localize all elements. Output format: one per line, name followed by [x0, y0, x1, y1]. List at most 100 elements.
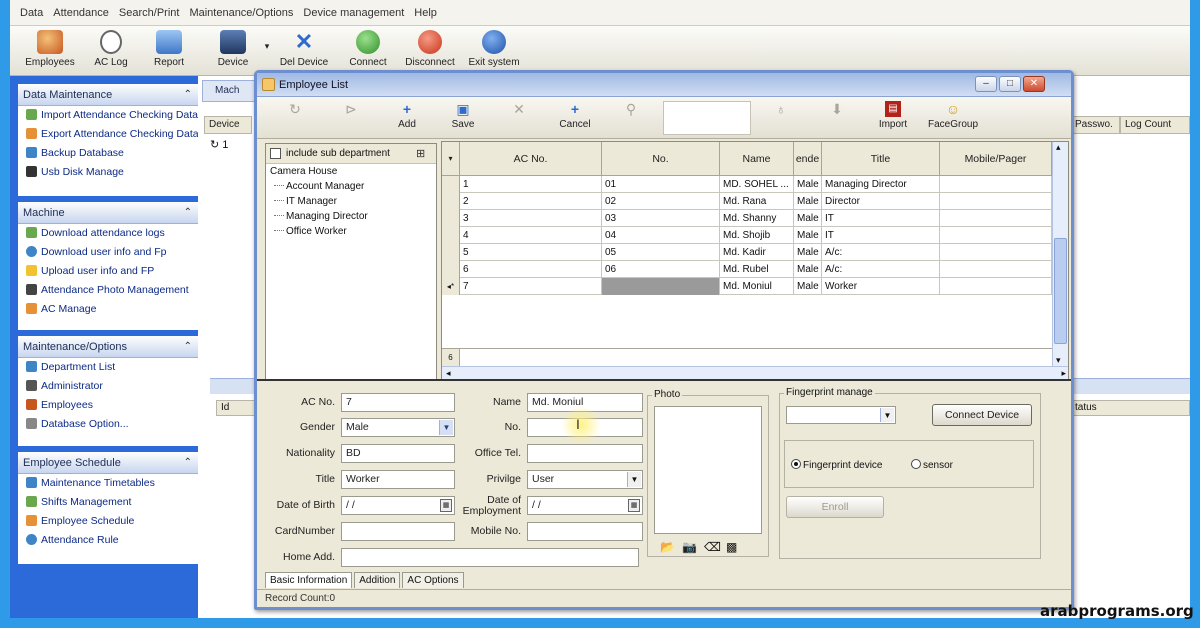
- report-button[interactable]: Report: [144, 30, 194, 74]
- table-row[interactable]: 4 04 Md. Shojib Male IT: [442, 227, 1052, 244]
- device-dropdown-icon[interactable]: ▾: [260, 30, 274, 74]
- scroll-up-icon[interactable]: ▴: [1056, 142, 1061, 153]
- row-selector[interactable]: [442, 193, 460, 210]
- home-address-field[interactable]: [341, 548, 639, 567]
- tree-node-office-worker[interactable]: Office Worker: [266, 224, 436, 239]
- camera-icon[interactable]: 📷: [682, 540, 697, 554]
- nationality-field[interactable]: BD: [341, 444, 455, 463]
- fingerprint-device-option[interactable]: Fingerprint device: [791, 459, 882, 471]
- tab-ac-options[interactable]: AC Options: [402, 572, 464, 588]
- privilege-select[interactable]: User ▼: [527, 470, 643, 489]
- cell-gender[interactable]: Male: [794, 261, 822, 278]
- menu-search-print[interactable]: Search/Print: [119, 7, 180, 19]
- cell-mobile[interactable]: [940, 227, 1052, 244]
- chevron-up-icon[interactable]: ⌃: [184, 202, 192, 224]
- cell-no[interactable]: 02: [602, 193, 720, 210]
- cell-title[interactable]: A/c:: [822, 261, 940, 278]
- sidebar-item-upload-user[interactable]: Upload user info and FP: [18, 262, 198, 281]
- ac-log-button[interactable]: AC Log: [86, 30, 136, 74]
- grid-vertical-scrollbar[interactable]: ▴ ▾: [1052, 142, 1068, 366]
- minimize-button[interactable]: –: [975, 76, 997, 92]
- fingerprint-button[interactable]: ♁: [757, 101, 805, 119]
- column-header-mobile[interactable]: Mobile/Pager: [940, 142, 1052, 176]
- doe-field[interactable]: / / ▦: [527, 496, 643, 515]
- include-sub-checkbox[interactable]: [270, 148, 281, 159]
- cell-title[interactable]: IT: [822, 227, 940, 244]
- cell-title[interactable]: A/c:: [822, 244, 940, 261]
- table-row[interactable]: 6 06 Md. Rubel Male A/c:: [442, 261, 1052, 278]
- table-row[interactable]: 1 01 MD. SOHEL ... Male Managing Directo…: [442, 176, 1052, 193]
- window-titlebar[interactable]: Employee List – □ ✕: [257, 73, 1071, 97]
- cell-name[interactable]: Md. Kadir: [720, 244, 794, 261]
- sidebar-item-database-option[interactable]: Database Option...: [18, 415, 198, 434]
- delete-button[interactable]: ✕: [495, 101, 543, 119]
- close-button[interactable]: ✕: [1023, 76, 1045, 92]
- cell-name[interactable]: Md. Rana: [720, 193, 794, 210]
- cell-no[interactable]: 03: [602, 210, 720, 227]
- cell-gender[interactable]: Male: [794, 227, 822, 244]
- chevron-down-icon[interactable]: ▼: [880, 408, 894, 422]
- row-selector[interactable]: [442, 227, 460, 244]
- column-header-log-count[interactable]: Log Count: [1120, 116, 1190, 134]
- maximize-button[interactable]: □: [999, 76, 1021, 92]
- row-selector[interactable]: [442, 261, 460, 278]
- eraser-icon[interactable]: ⌫: [704, 540, 721, 554]
- scroll-thumb[interactable]: [1054, 238, 1067, 344]
- connect-button[interactable]: Connect: [342, 30, 394, 74]
- column-header-gender[interactable]: ende: [794, 142, 822, 176]
- exit-system-button[interactable]: Exit system: [466, 30, 522, 74]
- grid-corner[interactable]: ▾: [442, 142, 460, 176]
- cell-title[interactable]: Worker: [822, 278, 940, 295]
- column-header-id[interactable]: Id: [216, 400, 256, 416]
- chevron-down-icon[interactable]: ▼: [439, 420, 453, 435]
- cell-ac-no[interactable]: 7: [460, 278, 602, 295]
- menu-data[interactable]: Data: [20, 7, 43, 19]
- cell-mobile[interactable]: [940, 210, 1052, 227]
- group-header[interactable]: Employee Schedule ⌃: [18, 452, 198, 474]
- sidebar-item-department-list[interactable]: Department List: [18, 358, 198, 377]
- cell-mobile[interactable]: [940, 193, 1052, 210]
- save-button[interactable]: ▣ Save: [439, 101, 487, 130]
- add-button[interactable]: + Add: [383, 101, 431, 130]
- row-selector[interactable]: [442, 244, 460, 261]
- scroll-left-icon[interactable]: ◂: [446, 368, 451, 379]
- cell-no[interactable]: 05: [602, 244, 720, 261]
- cell-no[interactable]: 04: [602, 227, 720, 244]
- cell-ac-no[interactable]: 3: [460, 210, 602, 227]
- sidebar-item-download-logs[interactable]: Download attendance logs: [18, 224, 198, 243]
- sidebar-item-shifts[interactable]: Shifts Management: [18, 493, 198, 512]
- cell-name[interactable]: Md. Shojib: [720, 227, 794, 244]
- sensor-option[interactable]: sensor: [911, 459, 953, 471]
- cell-ac-no[interactable]: 5: [460, 244, 602, 261]
- cell-mobile[interactable]: [940, 176, 1052, 193]
- cell-mobile[interactable]: [940, 244, 1052, 261]
- table-row[interactable]: 2 02 Md. Rana Male Director: [442, 193, 1052, 210]
- office-tel-field[interactable]: [527, 444, 643, 463]
- menu-help[interactable]: Help: [414, 7, 437, 19]
- cell-no[interactable]: 01: [602, 176, 720, 193]
- row-selector[interactable]: [442, 176, 460, 193]
- chevron-up-icon[interactable]: ⌃: [184, 336, 192, 358]
- cell-gender[interactable]: Male: [794, 278, 822, 295]
- chevron-down-icon[interactable]: ▼: [627, 472, 641, 487]
- cell-mobile[interactable]: [940, 261, 1052, 278]
- group-header[interactable]: Machine ⌃: [18, 202, 198, 224]
- sidebar-item-administrator[interactable]: Administrator: [18, 377, 198, 396]
- cell-gender[interactable]: Male: [794, 193, 822, 210]
- ac-no-field[interactable]: 7: [341, 393, 455, 412]
- table-row[interactable]: 3 03 Md. Shanny Male IT: [442, 210, 1052, 227]
- group-header[interactable]: Data Maintenance ⌃: [18, 84, 198, 106]
- cell-title[interactable]: Managing Director: [822, 176, 940, 193]
- menu-attendance[interactable]: Attendance: [53, 7, 109, 19]
- filter-button[interactable]: ⊳: [327, 101, 375, 119]
- connect-device-button[interactable]: Connect Device: [932, 404, 1032, 426]
- scroll-down-icon[interactable]: ▾: [1056, 355, 1061, 366]
- sidebar-item-attendance-rule[interactable]: Attendance Rule: [18, 531, 198, 550]
- cell-gender[interactable]: Male: [794, 244, 822, 261]
- tree-node-root[interactable]: Camera House: [266, 164, 436, 179]
- enroll-button[interactable]: Enroll: [786, 496, 884, 518]
- fingerprint-select[interactable]: ▼: [786, 406, 896, 424]
- sidebar-item-ac-manage[interactable]: AC Manage: [18, 300, 198, 319]
- tab-machine[interactable]: Mach: [202, 80, 262, 102]
- cell-name[interactable]: Md. Shanny: [720, 210, 794, 227]
